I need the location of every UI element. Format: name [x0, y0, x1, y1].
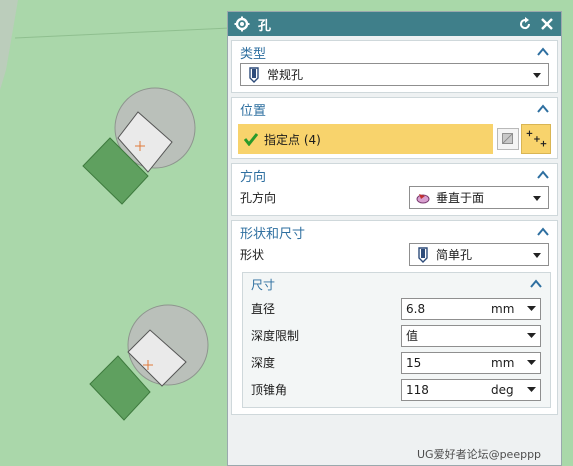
point-dialog-button[interactable]	[521, 124, 551, 154]
normal-to-face-icon	[416, 193, 430, 203]
sketch-section-button[interactable]	[497, 128, 519, 150]
points-icon	[526, 130, 547, 147]
check-icon	[244, 133, 258, 146]
chevron-up-icon[interactable]	[530, 279, 542, 289]
shape-value: 简单孔	[436, 248, 473, 262]
direction-section-label: 方向	[240, 169, 267, 185]
shape-dropdown[interactable]: 简单孔	[409, 243, 549, 266]
chevron-down-icon[interactable]	[527, 332, 536, 339]
direction-section-header[interactable]: 方向	[232, 164, 557, 186]
depth-unit: mm	[491, 355, 515, 370]
chevron-down-icon	[533, 195, 541, 201]
position-section-header[interactable]: 位置	[232, 98, 557, 120]
model-view	[0, 0, 230, 466]
hole-direction-label: 孔方向	[240, 191, 277, 205]
hole-type-dropdown[interactable]: 常规孔	[240, 63, 549, 86]
hole-direction-dropdown[interactable]: 垂直于面	[409, 186, 549, 209]
close-icon[interactable]	[539, 16, 555, 32]
depth-limit-label: 深度限制	[251, 329, 300, 343]
specify-point-field[interactable]: 指定点 (4)	[238, 124, 493, 154]
position-section-label: 位置	[240, 103, 267, 119]
dialog-title: 孔	[258, 18, 272, 34]
shape-section-label: 形状和尺寸	[240, 226, 306, 242]
position-section: 位置 指定点 (4)	[231, 97, 558, 159]
chevron-down-icon[interactable]	[527, 305, 536, 312]
shape-section: 形状和尺寸 形状 简单孔 尺寸 直径 6.8 mm 深度限制 值 深度 15 m…	[231, 220, 558, 415]
type-section-header[interactable]: 类型	[232, 41, 557, 63]
tip-angle-value: 118	[406, 382, 429, 397]
tip-angle-input[interactable]: 118 deg	[401, 378, 541, 401]
simple-hole-icon	[418, 246, 428, 263]
chevron-down-icon[interactable]	[527, 386, 536, 393]
diameter-row: 直径 6.8 mm	[243, 295, 550, 322]
graphics-viewport[interactable]	[0, 0, 230, 466]
diameter-unit: mm	[491, 301, 515, 316]
depth-limit-dropdown[interactable]: 值	[401, 324, 541, 347]
shape-label: 形状	[240, 248, 265, 262]
diameter-value: 6.8	[406, 301, 426, 316]
hole-type-icon	[249, 66, 259, 83]
dimensions-label: 尺寸	[251, 277, 276, 292]
direction-section: 方向 孔方向 垂直于面	[231, 163, 558, 216]
depth-row: 深度 15 mm	[243, 349, 550, 376]
hole-direction-value: 垂直于面	[436, 191, 485, 205]
diameter-input[interactable]: 6.8 mm	[401, 297, 541, 320]
chevron-down-icon	[533, 252, 541, 258]
depth-label: 深度	[251, 356, 276, 370]
dialog-titlebar: 孔	[228, 12, 561, 36]
depth-value: 15	[406, 355, 422, 370]
chevron-up-icon[interactable]	[537, 104, 549, 114]
watermark: UG爱好者论坛@peeppp	[417, 448, 542, 461]
tip-angle-row: 顶锥角 118 deg	[243, 376, 550, 403]
gear-icon[interactable]	[234, 16, 250, 32]
tip-angle-unit: deg	[491, 382, 514, 397]
hole-dialog: 孔 类型 常规孔 位置 指定点 (4) 方向 孔方向 垂直于面 形状和尺寸 形状…	[227, 11, 562, 466]
diameter-label: 直径	[251, 302, 276, 316]
depth-limit-row: 深度限制 值	[243, 322, 550, 349]
dimensions-header[interactable]: 尺寸	[243, 273, 550, 295]
dimensions-subsection: 尺寸 直径 6.8 mm 深度限制 值 深度 15 mm 顶锥角 118 deg	[242, 272, 551, 408]
sketch-icon	[502, 133, 513, 144]
shape-section-header[interactable]: 形状和尺寸	[232, 221, 557, 243]
hole-type-value: 常规孔	[267, 68, 304, 82]
specify-point-label: 指定点 (4)	[264, 132, 321, 147]
reset-icon[interactable]	[517, 16, 533, 32]
chevron-up-icon[interactable]	[537, 47, 549, 57]
chevron-up-icon[interactable]	[537, 227, 549, 237]
chevron-down-icon[interactable]	[527, 359, 536, 366]
tip-angle-label: 顶锥角	[251, 383, 288, 397]
depth-limit-value: 值	[406, 329, 419, 343]
type-section-label: 类型	[240, 46, 267, 62]
type-section: 类型 常规孔	[231, 40, 558, 93]
chevron-up-icon[interactable]	[537, 170, 549, 180]
depth-input[interactable]: 15 mm	[401, 351, 541, 374]
chevron-down-icon	[533, 72, 541, 78]
